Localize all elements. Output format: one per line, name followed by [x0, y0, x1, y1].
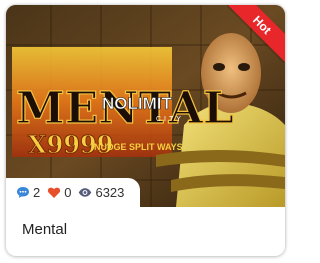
- game-card[interactable]: MENTAL X9999 NUDGE SPLIT WAYS NOLIMIT CI…: [6, 5, 285, 256]
- provider-logo-text: NOLIMIT: [102, 94, 172, 113]
- heart-icon[interactable]: [47, 186, 61, 200]
- game-thumbnail[interactable]: MENTAL X9999 NUDGE SPLIT WAYS NOLIMIT CI…: [6, 5, 285, 207]
- hot-badge: Hot: [227, 5, 285, 63]
- like-count: 0: [64, 185, 72, 200]
- comment-count: 2: [33, 185, 41, 200]
- hot-badge-label: Hot: [227, 5, 285, 63]
- logo-features-text: NUDGE SPLIT WAYS: [94, 142, 183, 152]
- provider-sub-text: CITY: [156, 116, 184, 123]
- view-count: 6323: [95, 185, 125, 200]
- game-stats-bar: 2 0 6323: [6, 178, 141, 207]
- game-title[interactable]: Mental: [22, 221, 67, 238]
- comment-icon: [16, 186, 30, 200]
- eye-icon: [78, 186, 92, 200]
